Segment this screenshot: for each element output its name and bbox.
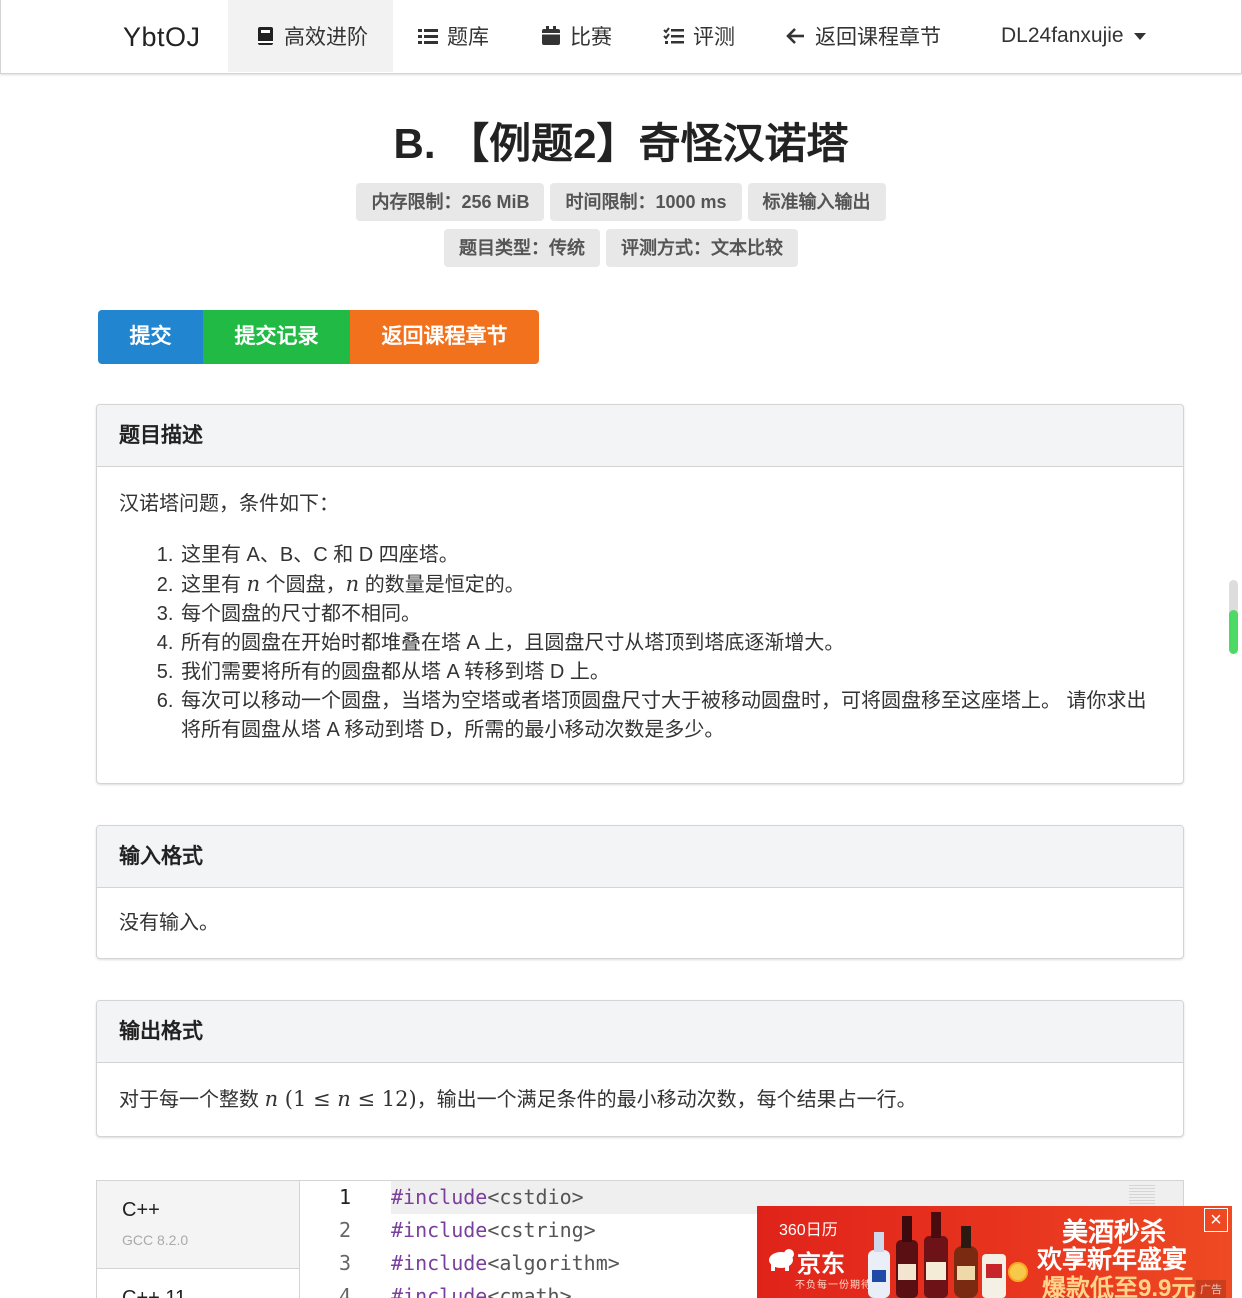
ad-close-button[interactable]: × (1204, 1208, 1228, 1232)
time-limit-label: 时间限制：1000 ms (550, 183, 742, 221)
line-number: 3 (338, 1251, 351, 1275)
section-heading: 题目描述 (97, 405, 1183, 467)
submit-button[interactable]: 提交 (98, 310, 203, 364)
arrow-left-icon (786, 28, 804, 44)
nav-item-label: 比赛 (570, 26, 612, 49)
nav-item-label: 高效进阶 (284, 26, 368, 49)
code-minimap[interactable] (1129, 1183, 1155, 1207)
language-selector: C++ GCC 8.2.0 C++ 11 (97, 1181, 300, 1298)
coin-icon (1008, 1262, 1028, 1282)
conditions-list: 这里有 A、B、C 和 D 四座塔。 这里有 n 个圆盘，n 的数量是恒定的。 … (119, 541, 1161, 745)
language-option-cpp[interactable]: C++ GCC 8.2.0 (97, 1181, 299, 1269)
problem-limits-row: 内存限制：256 MiB 时间限制：1000 ms 标准输入输出 (0, 183, 1242, 221)
problem-type-label: 题目类型：传统 (444, 229, 600, 267)
list-item: 所有的圆盘在开始时都堆叠在塔 A 上，且圆盘尺寸从塔顶到塔底逐渐增大。 (179, 629, 1161, 658)
problem-title: B. 【例题2】奇怪汉诺塔 (393, 120, 849, 167)
calendar-icon (542, 26, 560, 45)
line-number: 4 (338, 1284, 351, 1298)
list-item: 每次可以移动一个圆盘，当塔为空塔或者塔顶圆盘尺寸大于被移动圆盘时，可将圆盘移至这… (179, 687, 1161, 745)
section-heading: 输入格式 (97, 826, 1183, 888)
top-navbar: YbtOJ 高效进阶 题库 比赛 评测 返回课程章节 DL24fanxujie (0, 0, 1242, 74)
jd-dog-icon (769, 1249, 794, 1271)
description-intro: 汉诺塔问题，条件如下： (119, 493, 339, 515)
user-menu-dropdown[interactable]: DL24fanxujie (1001, 0, 1146, 72)
description-section: 题目描述 汉诺塔问题，条件如下： 这里有 A、B、C 和 D 四座塔。 这里有 … (96, 404, 1184, 784)
scrollbar-thumb[interactable] (1229, 610, 1238, 654)
ad-slogan: 不负每一份期待 (795, 1280, 872, 1291)
list-item: 这里有 n 个圆盘，n 的数量是恒定的。 (179, 570, 1161, 600)
line-number: 2 (338, 1218, 351, 1242)
page-scrollbar[interactable] (1229, 580, 1238, 654)
liquor-bottles-image (868, 1212, 1006, 1298)
list-item: 这里有 A、B、C 和 D 四座塔。 (179, 541, 1161, 570)
output-format-section: 输出格式 对于每一个整数 n (1 ≤ n ≤ 12)，输出一个满足条件的最小移… (96, 1000, 1184, 1137)
input-format-section: 输入格式 没有输入。 (96, 825, 1184, 959)
nav-item-label: 评测 (693, 26, 735, 49)
math-variable: n (246, 572, 261, 596)
caret-down-icon (1133, 32, 1146, 40)
problem-type-row: 题目类型：传统 评测方式：文本比较 (0, 229, 1242, 267)
nav-item-problemset[interactable]: 题库 (417, 0, 489, 72)
language-option-cpp11[interactable]: C++ 11 (97, 1269, 299, 1298)
book-icon (258, 27, 273, 45)
output-format-text: 对于每一个整数 n (1 ≤ n ≤ 12)，输出一个满足条件的最小移动次数，每… (119, 1087, 917, 1111)
nav-item-judge[interactable]: 评测 (663, 0, 735, 72)
advertisement-popup[interactable]: 360日历 京东 不负每一份期待 美酒秒杀 欢享新年盛宴 爆款低至9.9元 × … (757, 1206, 1232, 1298)
nav-item-label: 题库 (447, 26, 489, 49)
memory-limit-label: 内存限制：256 MiB (356, 183, 545, 221)
submission-records-button[interactable]: 提交记录 (203, 310, 350, 364)
line-number: 1 (338, 1185, 351, 1209)
brand-logo[interactable]: YbtOJ (123, 22, 201, 53)
io-type-label: 标准输入输出 (747, 183, 886, 221)
nav-item-label: 返回课程章节 (815, 26, 941, 49)
back-to-chapter-button[interactable]: 返回课程章节 (350, 310, 539, 364)
ad-calendar-text: 360日历 (779, 1222, 838, 1239)
list-item: 我们需要将所有的圆盘都从塔 A 转移到塔 D 上。 (179, 658, 1161, 687)
ad-tag: 广告 (1196, 1280, 1226, 1298)
ad-brand-name: 京东 (797, 1251, 845, 1278)
ad-price-text: 爆款低至9.9元 (1042, 1275, 1196, 1298)
nav-item-back-to-chapter[interactable]: 返回课程章节 (785, 0, 941, 72)
list-icon (418, 29, 438, 44)
nav-item-contests[interactable]: 比赛 (540, 0, 612, 72)
section-heading: 输出格式 (97, 1001, 1183, 1063)
action-button-group: 提交 提交记录 返回课程章节 (98, 310, 539, 364)
nav-item-efficient-advance[interactable]: 高效进阶 (228, 0, 393, 72)
tasks-icon (663, 27, 684, 44)
username: DL24fanxujie (1001, 24, 1124, 47)
input-format-text: 没有输入。 (119, 912, 219, 934)
math-variable: n (345, 572, 360, 596)
list-item: 每个圆盘的尺寸都不相同。 (179, 600, 1161, 629)
judge-method-label: 评测方式：文本比较 (606, 229, 798, 267)
